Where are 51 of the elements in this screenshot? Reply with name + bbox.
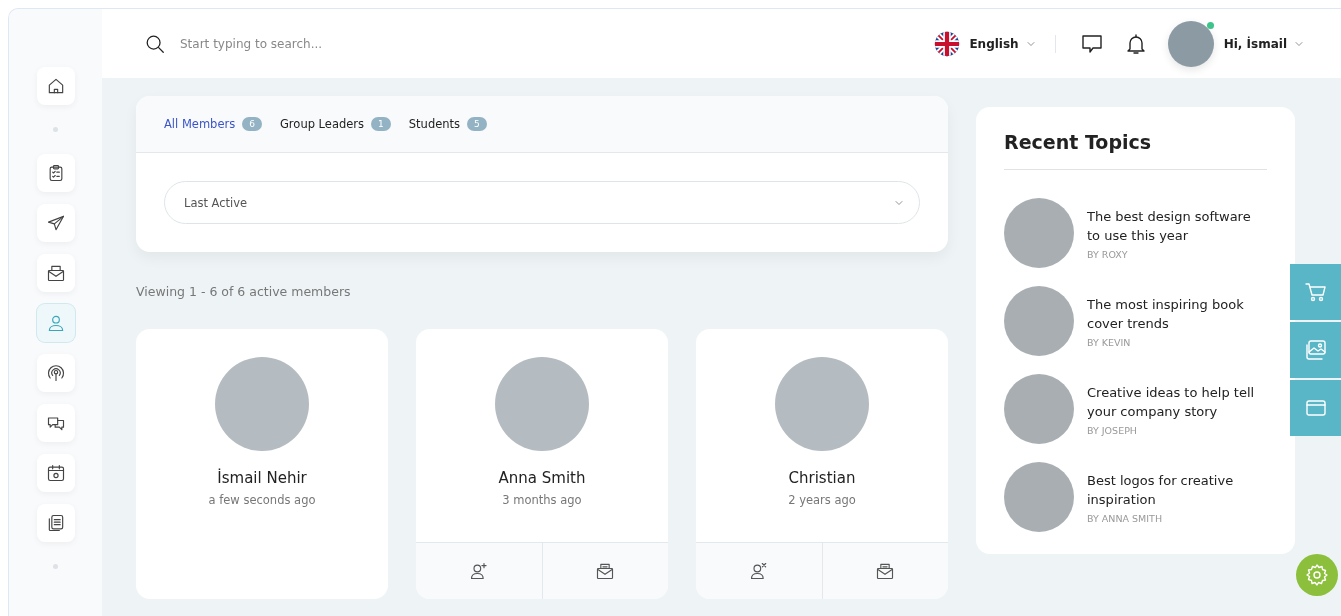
images-icon [1303, 338, 1328, 362]
settings-button[interactable] [1296, 554, 1338, 596]
envelope-icon [45, 263, 66, 283]
member-filter-tab[interactable]: Students 5 [408, 117, 487, 131]
broadcast-icon [45, 363, 66, 383]
last-active-text: 3 months ago [502, 493, 582, 507]
sidebar-item[interactable] [36, 454, 75, 492]
count-badge: 6 [242, 117, 262, 131]
count-badge: 5 [467, 117, 487, 131]
topic-link[interactable]: The best design software to use this year [1087, 206, 1267, 245]
cart-icon [1303, 280, 1328, 304]
last-active-text: a few seconds ago [208, 493, 316, 507]
gallery-button[interactable] [1290, 322, 1341, 378]
language-dropdown[interactable]: English [969, 36, 1037, 51]
sidebar-item[interactable] [36, 204, 75, 242]
sort-dropdown[interactable]: Last Active [164, 181, 920, 224]
member-name[interactable]: Christian [788, 469, 856, 487]
member-filter-tab[interactable]: Group Leaders 1 [279, 117, 391, 131]
author-text: BY ROXY [1087, 248, 1129, 260]
author-text: BY JOSEPH [1087, 424, 1138, 436]
topic-link[interactable]: Creative ideas to help tell your company story [1087, 382, 1267, 421]
gear-icon [1305, 563, 1329, 587]
user-avatar[interactable] [1167, 20, 1214, 67]
sidebar-item[interactable] [36, 404, 75, 442]
member-name[interactable]: İsmail Nehir [217, 469, 307, 487]
section-title: Recent Topics [1004, 131, 1267, 170]
envelope-icon [595, 561, 616, 581]
paper-plane-icon [45, 213, 66, 233]
sidebar-item[interactable] [36, 354, 75, 392]
author-text: BY KEVIN [1087, 336, 1132, 348]
count-badge: 1 [371, 117, 391, 131]
cart-button[interactable] [1290, 264, 1341, 320]
calendar-icon [45, 463, 66, 483]
sidebar-item[interactable] [36, 154, 75, 192]
envelope-icon [875, 561, 896, 581]
separator-dot [53, 127, 58, 132]
sidebar-item[interactable] [36, 504, 75, 542]
user-menu[interactable]: Hi, İsmail [1223, 36, 1305, 51]
add-user-icon [468, 561, 489, 581]
sidebar-item[interactable] [36, 254, 75, 292]
topic-link[interactable]: The most inspiring book cover trends [1087, 294, 1267, 333]
member-name[interactable]: Anna Smith [498, 469, 586, 487]
remove-user-icon [748, 561, 769, 581]
window-button[interactable] [1290, 380, 1341, 436]
last-active-text: 2 years ago [788, 493, 856, 507]
member-count-text: Viewing 1 - 6 of 6 active members [136, 284, 352, 299]
separator-dot [53, 564, 58, 569]
author-text: BY ANNA SMITH [1087, 512, 1164, 524]
topic-link[interactable]: Best logos for creative inspiration [1087, 470, 1267, 509]
sidebar-item[interactable] [36, 67, 75, 105]
member-filter-tab[interactable]: All Members 6 [164, 117, 262, 131]
